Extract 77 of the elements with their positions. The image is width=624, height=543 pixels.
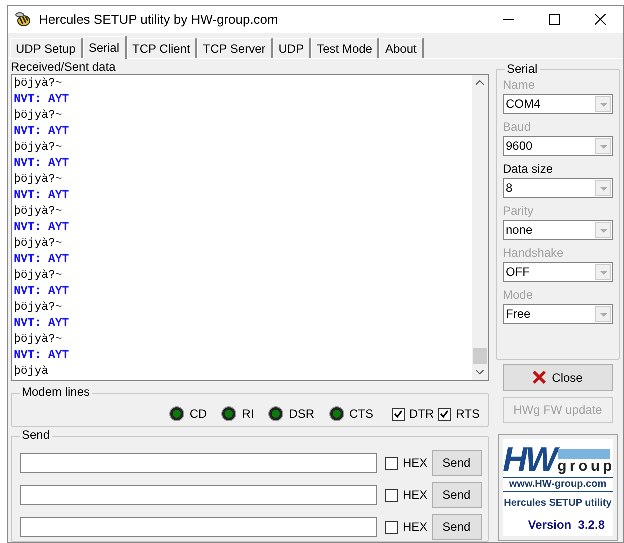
led-icon	[268, 406, 284, 422]
send-button[interactable]: Send	[432, 482, 482, 508]
checkbox-label: HEX	[403, 519, 428, 536]
received-line: þöjyà?~	[14, 172, 62, 188]
group-title: Serial	[505, 62, 540, 76]
tab[interactable]: Serial	[82, 36, 126, 59]
sent-line: NVT: AYT	[14, 316, 70, 332]
maximize-icon	[548, 14, 560, 25]
received-line: þöjyà?~	[14, 140, 62, 156]
sent-line: NVT: AYT	[14, 220, 70, 236]
led-icon	[221, 406, 238, 422]
section-label: Received/Sent data	[11, 60, 117, 74]
sent-line: NVT: AYT	[14, 92, 70, 108]
checkbox[interactable]	[385, 488, 398, 502]
checkbox[interactable]	[438, 408, 452, 420]
received-line: þöjyà?~	[14, 108, 62, 124]
field-label: Handshake	[503, 245, 565, 260]
field-label: Name	[503, 77, 536, 92]
field-label: Data size	[503, 161, 554, 176]
sent-line: NVT: AYT	[14, 284, 70, 300]
checkbox-label: HEX	[403, 455, 428, 472]
received-line: þöjyà?~	[14, 236, 62, 252]
tab[interactable]: UDP Setup	[10, 38, 83, 58]
scroll-up-icon	[476, 80, 484, 85]
logo-url: www.HW-group.com	[509, 478, 607, 491]
scroll-thumb[interactable]	[473, 348, 487, 364]
checkbox[interactable]	[392, 408, 405, 420]
checkbox-label: RTS	[456, 406, 480, 423]
close-x-icon	[533, 371, 546, 384]
led-label: CD	[190, 406, 208, 423]
field-label: Mode	[503, 287, 534, 302]
close-port-button[interactable]: Close	[503, 364, 613, 391]
tab[interactable]: Test Mode	[311, 38, 380, 58]
received-line: þöjyà	[14, 364, 49, 380]
led-label: CTS	[350, 406, 374, 423]
send-button[interactable]: Send	[432, 514, 482, 540]
received-line: þöjyà?~	[14, 268, 62, 284]
tab[interactable]: UDP	[272, 38, 312, 58]
checkbox-label: DTR	[410, 406, 434, 423]
received-line: þöjyà?~	[14, 76, 62, 92]
send-button[interactable]: Send	[432, 450, 482, 476]
logo-text: group	[558, 459, 616, 475]
bee-icon	[15, 12, 33, 28]
tab[interactable]: About	[379, 38, 424, 58]
received-line: þöjyà?~	[14, 204, 62, 220]
minimize-icon	[502, 19, 514, 20]
logo-bar	[558, 449, 610, 459]
scrollbar[interactable]	[472, 75, 488, 380]
sent-line: NVT: AYT	[14, 188, 70, 204]
group-title: Modem lines	[20, 385, 92, 399]
led-icon	[168, 406, 185, 422]
scroll-down-icon	[476, 370, 484, 375]
dropdown[interactable]: 8	[503, 178, 613, 198]
received-line: þöjyà?~	[14, 332, 62, 348]
field-label: Baud	[503, 119, 532, 134]
led-label: RI	[242, 406, 254, 423]
input-field[interactable]	[20, 453, 377, 473]
checkbox[interactable]	[385, 456, 398, 470]
tab[interactable]: TCP Server	[197, 38, 273, 58]
window-title: Hercules SETUP utility by HW-group.com	[39, 10, 278, 29]
product-name: Hercules SETUP utility	[504, 498, 612, 510]
checkbox[interactable]	[385, 520, 398, 534]
led-label: DSR	[289, 406, 315, 423]
input-field[interactable]	[20, 485, 377, 505]
input-field[interactable]	[20, 517, 377, 537]
close-icon	[594, 14, 606, 25]
sent-line: NVT: AYT	[14, 156, 70, 172]
sent-line: NVT: AYT	[14, 124, 70, 140]
checkbox-label: HEX	[403, 487, 428, 504]
sent-line: NVT: AYT	[14, 348, 70, 364]
sent-line: NVT: AYT	[14, 252, 70, 268]
tab[interactable]: TCP Client	[126, 38, 198, 58]
group-title: Send	[20, 428, 52, 442]
field-label: Parity	[503, 203, 535, 218]
version-label: Version 3.2.8	[528, 517, 605, 534]
received-line: þöjyà?~	[14, 300, 62, 316]
led-icon	[328, 406, 345, 422]
